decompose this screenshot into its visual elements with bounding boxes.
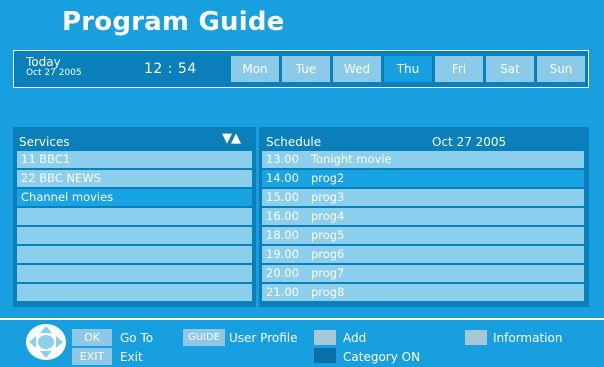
schedule-item[interactable]: 16.00 prog4 xyxy=(262,208,584,225)
add-key-swatch[interactable] xyxy=(314,330,336,345)
guide-label: User Profile xyxy=(229,331,298,345)
service-item-empty xyxy=(17,284,252,301)
today-date: Oct 27 2005 xyxy=(26,68,82,78)
schedule-title: prog6 xyxy=(310,247,345,261)
service-item[interactable]: 22 BBC NEWS xyxy=(17,170,252,187)
day-tab-thu[interactable]: Thu xyxy=(384,56,432,82)
schedule-title: prog5 xyxy=(310,228,345,242)
schedule-item[interactable]: 15.00 prog3 xyxy=(262,189,584,206)
services-header: Services xyxy=(19,135,70,149)
schedule-time: 14.00 xyxy=(266,171,299,185)
schedule-time: 20.00 xyxy=(266,266,299,280)
day-tab-tue[interactable]: Tue xyxy=(282,56,330,82)
day-tab-fri[interactable]: Fri xyxy=(435,56,483,82)
dpad-icon[interactable] xyxy=(25,323,67,361)
schedule-time: 16.00 xyxy=(266,209,299,223)
service-item-empty xyxy=(17,227,252,244)
schedule-time: 13.00 xyxy=(266,152,299,166)
schedule-time: 21.00 xyxy=(266,285,299,299)
schedule-title: prog3 xyxy=(310,190,345,204)
service-item-empty xyxy=(17,208,252,225)
service-item-selected[interactable]: Channel movies xyxy=(17,189,252,206)
info-key-swatch[interactable] xyxy=(465,330,487,345)
service-item[interactable]: 11 BBC1 xyxy=(17,151,252,168)
exit-key[interactable]: EXIT xyxy=(72,348,112,365)
schedule-item[interactable]: 19.00 prog6 xyxy=(262,246,584,263)
category-label: Category ON xyxy=(343,350,421,364)
guide-key[interactable]: GUIDE xyxy=(183,329,225,346)
schedule-title: prog2 xyxy=(310,171,345,185)
day-tab-sun[interactable]: Sun xyxy=(537,56,585,82)
service-item-empty xyxy=(17,246,252,263)
add-label: Add xyxy=(343,331,367,345)
schedule-title: Tonight movie xyxy=(310,152,392,166)
schedule-header: Schedule xyxy=(266,135,322,149)
ok-key[interactable]: OK xyxy=(72,329,112,346)
schedule-title: prog7 xyxy=(310,266,345,280)
exit-label: Exit xyxy=(120,350,143,364)
day-tab-mon[interactable]: Mon xyxy=(231,56,279,82)
schedule-title: prog4 xyxy=(310,209,345,223)
day-tab-wed[interactable]: Wed xyxy=(333,56,381,82)
schedule-time: 15.00 xyxy=(266,190,299,204)
schedule-item[interactable]: 20.00 prog7 xyxy=(262,265,584,282)
sort-arrows-icon[interactable]: ▼▲ xyxy=(222,131,241,146)
info-label: Information xyxy=(493,331,563,345)
schedule-item[interactable]: 13.00 Tonight movie xyxy=(262,151,584,168)
ok-label: Go To xyxy=(120,331,154,345)
schedule-time: 18.00 xyxy=(266,228,299,242)
clock: 12 : 54 xyxy=(144,61,197,77)
schedule-title: prog8 xyxy=(310,285,345,299)
schedule-item[interactable]: 18.00 prog5 xyxy=(262,227,584,244)
page-title: Program Guide xyxy=(62,7,285,37)
today-label: Today xyxy=(26,55,61,69)
service-item-empty xyxy=(17,265,252,282)
category-key-swatch[interactable] xyxy=(314,348,336,363)
schedule-date: Oct 27 2005 xyxy=(432,135,507,149)
schedule-time: 19.00 xyxy=(266,247,299,261)
schedule-item[interactable]: 21.00 prog8 xyxy=(262,284,584,301)
schedule-item-selected[interactable]: 14.00 prog2 xyxy=(262,170,584,187)
day-tab-sat[interactable]: Sat xyxy=(486,56,534,82)
